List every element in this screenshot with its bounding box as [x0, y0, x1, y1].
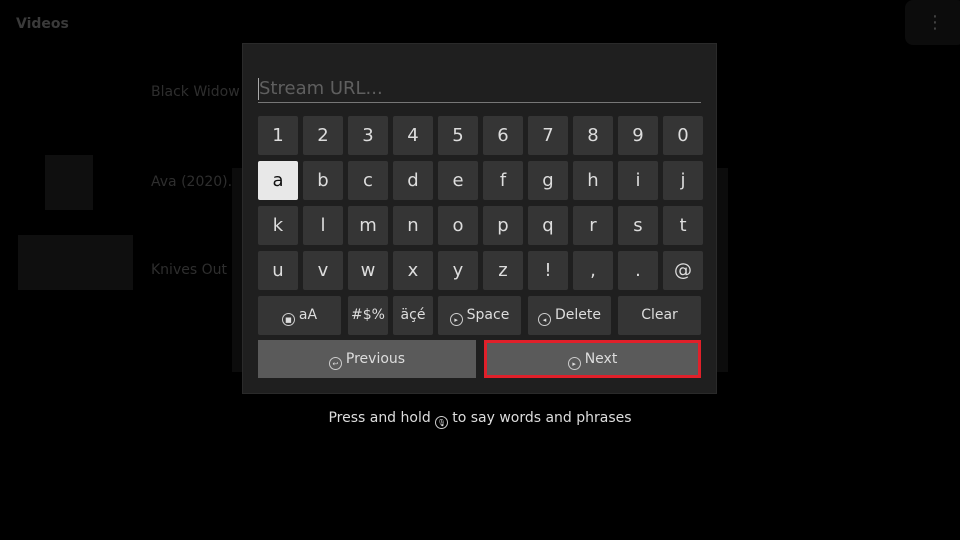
- key-6[interactable]: 6: [483, 116, 523, 155]
- key-z[interactable]: z: [483, 251, 523, 290]
- key-4[interactable]: 4: [393, 116, 433, 155]
- more-vertical-icon[interactable]: ⋮: [905, 0, 960, 45]
- key-l[interactable]: l: [303, 206, 343, 245]
- key-u[interactable]: u: [258, 251, 298, 290]
- key-3[interactable]: 3: [348, 116, 388, 155]
- button-label: Next: [584, 351, 618, 367]
- key-t[interactable]: t: [663, 206, 703, 245]
- key-@[interactable]: @: [663, 251, 703, 290]
- next-button[interactable]: ▸ Next: [484, 340, 701, 378]
- key-label: aA: [298, 307, 318, 323]
- fast-forward-icon: ▸: [449, 313, 463, 326]
- key-c[interactable]: c: [348, 161, 388, 200]
- key-1[interactable]: 1: [258, 116, 298, 155]
- stream-url-input[interactable]: Stream URL...: [258, 76, 701, 103]
- key-n[interactable]: n: [393, 206, 433, 245]
- key-x[interactable]: x: [393, 251, 433, 290]
- key-0[interactable]: 0: [663, 116, 703, 155]
- symbols-key[interactable]: #$%: [348, 296, 388, 335]
- placeholder: Stream URL...: [259, 78, 383, 99]
- button-label: Previous: [345, 351, 406, 367]
- clear-key[interactable]: Clear: [618, 296, 701, 335]
- key-j[interactable]: j: [663, 161, 703, 200]
- list-item[interactable]: Knives Out (: [151, 262, 237, 278]
- key-9[interactable]: 9: [618, 116, 658, 155]
- play-pause-icon: ▸: [567, 357, 581, 370]
- rewind-icon: ◂: [538, 313, 551, 326]
- key-m[interactable]: m: [348, 206, 388, 245]
- key-.[interactable]: .: [618, 251, 658, 290]
- key-p[interactable]: p: [483, 206, 523, 245]
- key-i[interactable]: i: [618, 161, 658, 200]
- space-key[interactable]: ▸ Space: [438, 296, 521, 335]
- key-label: Delete: [555, 307, 601, 323]
- key-label: Space: [466, 307, 510, 323]
- key-s[interactable]: s: [618, 206, 658, 245]
- key-v[interactable]: v: [303, 251, 343, 290]
- key-b[interactable]: b: [303, 161, 343, 200]
- key-2[interactable]: 2: [303, 116, 343, 155]
- accents-key[interactable]: äçé: [393, 296, 433, 335]
- microphone-icon: 🎙: [435, 416, 449, 429]
- delete-key[interactable]: ◂ Delete: [528, 296, 611, 335]
- thumbnail: [45, 155, 93, 210]
- hint-text: Press and hold: [328, 410, 431, 426]
- key-d[interactable]: d: [393, 161, 433, 200]
- key-5[interactable]: 5: [438, 116, 478, 155]
- key-a[interactable]: a: [258, 161, 298, 200]
- menu-button-icon: ■: [281, 313, 295, 326]
- hint-text: to say words and phrases: [452, 410, 632, 426]
- key-![interactable]: !: [528, 251, 568, 290]
- thumbnail: [18, 235, 133, 290]
- key-f[interactable]: f: [483, 161, 523, 200]
- key-o[interactable]: o: [438, 206, 478, 245]
- key-7[interactable]: 7: [528, 116, 568, 155]
- key-r[interactable]: r: [573, 206, 613, 245]
- case-toggle-key[interactable]: ■ aA: [258, 296, 341, 335]
- key-y[interactable]: y: [438, 251, 478, 290]
- list-item[interactable]: Black Widow (: [151, 84, 250, 100]
- back-icon: ↩: [328, 357, 342, 370]
- key-,[interactable]: ,: [573, 251, 613, 290]
- key-8[interactable]: 8: [573, 116, 613, 155]
- key-e[interactable]: e: [438, 161, 478, 200]
- previous-button[interactable]: ↩ Previous: [258, 340, 476, 378]
- key-w[interactable]: w: [348, 251, 388, 290]
- page-title: Videos: [16, 16, 69, 32]
- key-k[interactable]: k: [258, 206, 298, 245]
- key-q[interactable]: q: [528, 206, 568, 245]
- key-h[interactable]: h: [573, 161, 613, 200]
- voice-hint: Press and hold 🎙 to say words and phrases: [0, 410, 960, 429]
- key-g[interactable]: g: [528, 161, 568, 200]
